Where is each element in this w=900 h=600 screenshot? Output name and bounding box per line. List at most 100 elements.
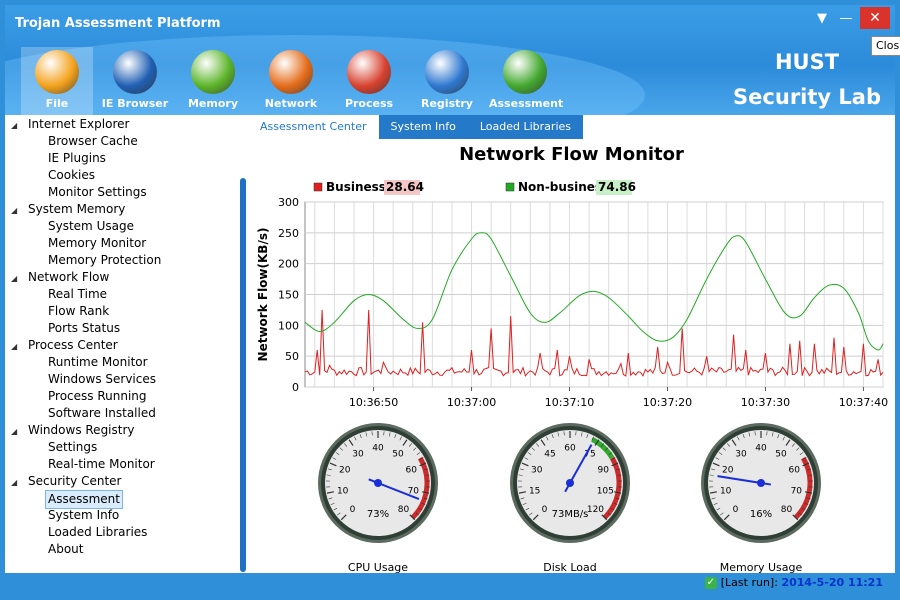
expand-caret-icon[interactable]: ◢ [11,423,21,440]
gauge-tick-label: 30 [352,450,364,460]
legend-series-name: Business: [326,180,391,194]
sidebar-item-windows-registry[interactable]: ◢ Windows Registry [11,422,135,439]
sidebar-item-real-time[interactable]: Real Time [48,286,107,303]
status-bar: ✓ [Last run]: 2014-5-20 11:21 [5,573,895,595]
gauge-tick-label: 20 [339,466,351,476]
gauge-tick-label: 40 [372,444,384,454]
sidebar-item-flow-rank[interactable]: Flow Rank [48,303,109,320]
tab-loaded-libraries[interactable]: Loaded Libraries [467,115,584,139]
close-button[interactable]: ✕ [860,7,890,29]
expand-caret-icon[interactable]: ◢ [11,338,21,355]
sidebar-item-system-info[interactable]: System Info [48,507,119,524]
sidebar-item-label: Process Center [28,338,118,352]
gauge-tick-label: 45 [544,450,555,460]
nav-memory-button[interactable]: Memory [177,47,249,115]
sidebar-item-monitor-settings[interactable]: Monitor Settings [48,184,147,201]
legend-swatch [505,182,515,192]
gauge-tick-label: 60 [406,466,418,476]
nav-label: File [45,97,69,110]
sidebar-item-network-flow[interactable]: ◢ Network Flow [11,269,109,286]
sidebar-tree: ◢ Internet Explorer Browser Cache IE Plugin… [5,115,248,573]
sidebar-item-software-installed[interactable]: Software Installed [48,405,156,422]
x-tick-label: 10:37:10 [545,396,594,409]
file-folder-icon [35,50,79,94]
expand-caret-icon[interactable]: ◢ [11,202,21,219]
sidebar-item-label: Memory Protection [48,253,162,267]
sidebar-item-memory-monitor[interactable]: Memory Monitor [48,235,146,252]
sidebar-item-label: Runtime Monitor [48,355,148,369]
nav-registry-button[interactable]: Registry [411,47,483,115]
nav-label: Network [264,97,318,110]
sidebar-scrollbar[interactable] [240,178,246,572]
monitor-icon [113,50,157,94]
gauge-tick-label: 0 [733,505,739,515]
x-tick-label: 10:37:20 [643,396,692,409]
sidebar-item-label: Settings [48,440,98,454]
gauge-tick-label: 0 [542,505,548,515]
sidebar-item-label: Loaded Libraries [48,525,148,539]
sidebar-item-settings[interactable]: Settings [48,439,97,456]
sidebar-item-system-memory[interactable]: ◢ System Memory [11,201,125,218]
gauge-tick-label: 105 [597,487,614,497]
sidebar-item-ie-plugins[interactable]: IE Plugins [48,150,106,167]
sidebar-item-about[interactable]: About [48,541,83,558]
tab-bar: Assessment Center System Info Loaded Libra… [248,115,584,139]
last-run-label: [Last run]: [720,576,778,589]
nav-file-button[interactable]: File [21,47,93,115]
close-tooltip: Clos [871,36,900,56]
gauge-tick-label: 0 [350,505,356,515]
last-run-status: ✓ [Last run]: 2014-5-20 11:21 [704,576,883,589]
expand-caret-icon[interactable]: ◢ [11,270,21,287]
legend-swatch [313,182,323,192]
sidebar-item-browser-cache[interactable]: Browser Cache [48,133,138,150]
y-tick-label: 0 [292,381,299,394]
refresh-arrows-icon [269,50,313,94]
nav-assessment-button[interactable]: Assessment [489,47,564,115]
expand-caret-icon[interactable]: ◢ [11,474,21,491]
chart-title: Network Flow Monitor [459,144,684,165]
tab-system-info[interactable]: System Info [378,115,468,139]
sidebar-item-label: Network Flow [28,270,110,284]
sidebar-item-label: System Usage [48,219,134,233]
gauge-tick-label: 120 [587,505,604,515]
nav-network-button[interactable]: Network [255,47,327,115]
gauges-panel: 0102030405060708073%CPU Usage01530456075… [318,423,821,573]
sidebar-item-memory-protection[interactable]: Memory Protection [48,252,161,269]
sidebar-item-system-usage[interactable]: System Usage [48,218,134,235]
gauge-tick-label: 90 [598,466,610,476]
minimize-icon[interactable]: ▼ [811,7,833,29]
sidebar-item-runtime-monitor[interactable]: Runtime Monitor [48,354,148,371]
sidebar-item-label: Process Running [48,389,147,403]
legend-current-value: 28.64 [386,180,424,194]
sidebar-item-real-time-monitor[interactable]: Real-time Monitor [48,456,155,473]
up-arrows-icon [191,50,235,94]
sidebar-item-ports-status[interactable]: Ports Status [48,320,120,337]
sidebar-item-label: System Memory [28,202,126,216]
expand-caret-icon[interactable]: ◢ [11,117,21,134]
sidebar-item-process-center[interactable]: ◢ Process Center [11,337,118,354]
sidebar-item-loaded-libraries[interactable]: Loaded Libraries [48,524,147,541]
sidebar-item-windows-services[interactable]: Windows Services [48,371,156,388]
sidebar-item-cookies[interactable]: Cookies [48,167,95,184]
sidebar-item-label: Security Center [28,474,122,488]
nav-ie-browser-button[interactable]: IE Browser [99,47,171,115]
gauge-tick-label: 50 [775,450,787,460]
sidebar-item-internet-explorer[interactable]: ◢ Internet Explorer [11,116,129,133]
nav-label: IE Browser [101,97,169,110]
sidebar-item-security-center[interactable]: ◢ Security Center [11,473,121,490]
sidebar-item-process-running[interactable]: Process Running [48,388,147,405]
gauge-tick-label: 60 [564,444,576,454]
tab-assessment-center[interactable]: Assessment Center [248,115,379,139]
nav-label: Assessment [489,97,564,110]
minimize-button[interactable]: — [835,7,857,29]
y-tick-label: 100 [278,319,299,332]
gauge-tick-label: 10 [337,487,349,497]
gauge-tick-label: 20 [722,466,734,476]
wrench-monitor-icon [503,50,547,94]
nav-process-button[interactable]: Process [333,47,405,115]
main-panel: Assessment Center System Info Loaded Libra… [248,115,895,573]
nav-label: Registry [421,97,473,110]
sidebar-item-label: Browser Cache [48,134,138,148]
brand-line-2: Security Lab [733,85,881,109]
sidebar-item-label: Windows Services [48,372,156,386]
